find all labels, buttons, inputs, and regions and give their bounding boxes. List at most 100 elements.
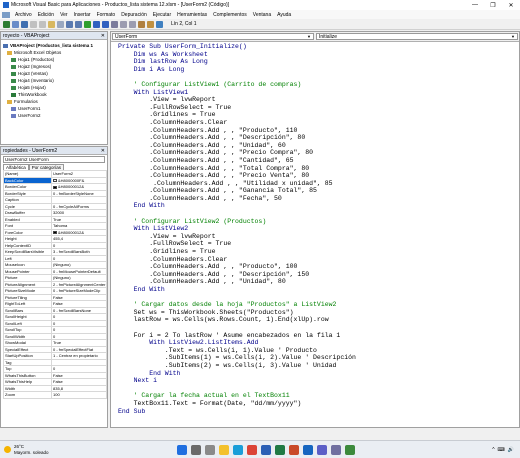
- close-icon[interactable]: ✕: [101, 148, 105, 154]
- object-selector[interactable]: UserForm2 UserForm: [3, 156, 105, 163]
- object-browser-icon[interactable]: [138, 20, 145, 28]
- close-icon[interactable]: ✕: [101, 33, 105, 39]
- weather-widget[interactable]: 26°C Mayorm. soleado: [4, 444, 49, 455]
- menu-herramientas[interactable]: Herramientas: [174, 12, 210, 18]
- cursor-position: Lín 2, Col 1: [171, 21, 197, 27]
- chrome-icon[interactable]: [246, 444, 257, 455]
- code-line: .FullRowSelect = True: [118, 240, 232, 248]
- code-line: Dim lastRow As Long: [118, 58, 208, 66]
- find-icon[interactable]: [57, 20, 64, 28]
- toolbox-icon[interactable]: [147, 20, 154, 28]
- undo-icon[interactable]: [66, 20, 73, 28]
- keyboard-icon[interactable]: ⌨: [498, 447, 505, 453]
- start-icon[interactable]: [176, 444, 187, 455]
- teams-icon[interactable]: [316, 444, 327, 455]
- cut-icon[interactable]: [30, 20, 37, 28]
- properties-table: (Name) UserForm2 BackColor &H8000000F& Borde…: [3, 170, 107, 399]
- project-tree: VBAProject (Productos_lista sistema 1 Mic…: [1, 40, 107, 121]
- tree-node[interactable]: UserForm2: [3, 112, 105, 119]
- vba-app-icon: [3, 2, 9, 8]
- menu-edicion[interactable]: Edición: [35, 12, 57, 18]
- menu-complementos[interactable]: Complementos: [210, 12, 250, 18]
- run-icon[interactable]: [84, 20, 91, 28]
- vba-icon[interactable]: [330, 444, 341, 455]
- design-mode-icon[interactable]: [111, 20, 118, 28]
- maximize-button[interactable]: ❐: [484, 2, 502, 9]
- paste-icon[interactable]: [48, 20, 55, 28]
- save-icon[interactable]: [21, 20, 28, 28]
- tree-node[interactable]: UserForm1: [3, 105, 105, 112]
- project-explorer-title: royecto - VBAProject ✕: [1, 32, 107, 40]
- code-line: .ColumnHeaders.Add , , "Producto", 110: [118, 126, 298, 134]
- sun-icon: [4, 446, 11, 453]
- code-line: .ColumnHeaders.Add , , "Precio Compra", …: [118, 149, 314, 157]
- property-row[interactable]: Zoom 100: [3, 391, 107, 399]
- property-value[interactable]: 0 - fmPictureSizeModeClip: [51, 287, 107, 295]
- outlook-icon[interactable]: [302, 444, 313, 455]
- tree-node[interactable]: Hoja1 (Productos): [3, 56, 105, 63]
- code-line: .View = lvwReport: [118, 96, 216, 104]
- powerpoint-icon[interactable]: [288, 444, 299, 455]
- explorer-icon[interactable]: [218, 444, 229, 455]
- property-row[interactable]: PictureSizeMode 0 - fmPictureSizeModeClip: [3, 287, 107, 295]
- tree-node[interactable]: VBAProject (Productos_lista sistema 1: [3, 42, 105, 49]
- menu-insertar[interactable]: Insertar: [71, 12, 94, 18]
- app-icon[interactable]: [344, 444, 355, 455]
- property-row[interactable]: PictureAlignment 2 - fmPictureAlignmentCe…: [3, 280, 107, 288]
- menu-formato[interactable]: Formato: [94, 12, 119, 18]
- view-excel-icon[interactable]: [3, 20, 10, 28]
- tree-node-label: Hoja4 (Inventario): [18, 78, 54, 83]
- property-value[interactable]: 2 - fmPictureAlignmentCenter: [51, 280, 107, 288]
- workbook-icon: [11, 92, 16, 97]
- minimize-button[interactable]: —: [466, 2, 484, 9]
- excel-view-icon[interactable]: [2, 11, 10, 18]
- code-line: ' Configurar ListView2 (Productos): [118, 217, 267, 225]
- tree-node[interactable]: Hoja4 (Inventario): [3, 77, 105, 84]
- tray-chevron-icon[interactable]: ^: [492, 447, 494, 453]
- form-icon: [11, 113, 16, 118]
- tree-node[interactable]: Hoja3 (Ventas): [3, 70, 105, 77]
- code-line: .ColumnHeaders.Clear: [118, 118, 228, 126]
- sheet-icon: [11, 57, 16, 62]
- volume-icon[interactable]: 🔊: [508, 447, 514, 453]
- help-icon[interactable]: [156, 20, 163, 28]
- excel-icon[interactable]: [274, 444, 285, 455]
- tree-node[interactable]: Hoja2 (Ingresos): [3, 63, 105, 70]
- close-button[interactable]: ✕: [502, 2, 520, 9]
- property-row[interactable]: BorderStyle 0 - fmBorderStyleNone: [3, 189, 107, 197]
- menu-depuracion[interactable]: Depuración: [118, 12, 150, 18]
- procedure-combo[interactable]: Initialize ▼: [316, 33, 518, 40]
- menu-ver[interactable]: Ver: [57, 12, 71, 18]
- project-explorer-icon[interactable]: [120, 20, 127, 28]
- property-row[interactable]: SpecialEffect 0 - fmSpecialEffectFlat: [3, 345, 107, 353]
- break-icon[interactable]: [93, 20, 100, 28]
- property-row[interactable]: MousePointer 0 - fmMousePointerDefault: [3, 267, 107, 275]
- insert-userform-icon[interactable]: [12, 20, 19, 28]
- menu-ventana[interactable]: Ventana: [250, 12, 274, 18]
- tree-node[interactable]: Microsoft Excel Objetos: [3, 49, 105, 56]
- menu-archivo[interactable]: Archivo: [12, 12, 35, 18]
- copy-icon[interactable]: [39, 20, 46, 28]
- search-icon[interactable]: [190, 444, 201, 455]
- redo-icon[interactable]: [75, 20, 82, 28]
- edge-icon[interactable]: [232, 444, 243, 455]
- reset-icon[interactable]: [102, 20, 109, 28]
- property-value[interactable]: 100: [51, 391, 107, 399]
- properties-window-icon[interactable]: [129, 20, 136, 28]
- tree-node[interactable]: Formularios: [3, 98, 105, 105]
- tree-node[interactable]: ThisWorkbook: [3, 91, 105, 98]
- object-combo[interactable]: UserForm ▼: [112, 33, 314, 40]
- property-value[interactable]: 0 - fmMousePointerDefault: [51, 267, 107, 275]
- menu-ayuda[interactable]: Ayuda: [274, 12, 294, 18]
- taskview-icon[interactable]: [204, 444, 215, 455]
- code-editor[interactable]: Private Sub UserForm_Initialize() Dim ws…: [111, 42, 519, 415]
- menu-ejecutar[interactable]: Ejecutar: [150, 12, 174, 18]
- tree-node[interactable]: Hoja5 (Hoja4): [3, 84, 105, 91]
- tab-alfabetica[interactable]: Alfabética: [3, 164, 29, 170]
- tab-por-categorias[interactable]: Por categorías: [28, 164, 65, 170]
- property-row[interactable]: StartUpPosition 1 - Centrar en propietari…: [3, 352, 107, 360]
- word-icon[interactable]: [260, 444, 271, 455]
- tree-node-label: VBAProject (Productos_lista sistema 1: [10, 43, 94, 48]
- code-line: .ColumnHeaders.Add , , "Total Compra", 8…: [118, 164, 310, 172]
